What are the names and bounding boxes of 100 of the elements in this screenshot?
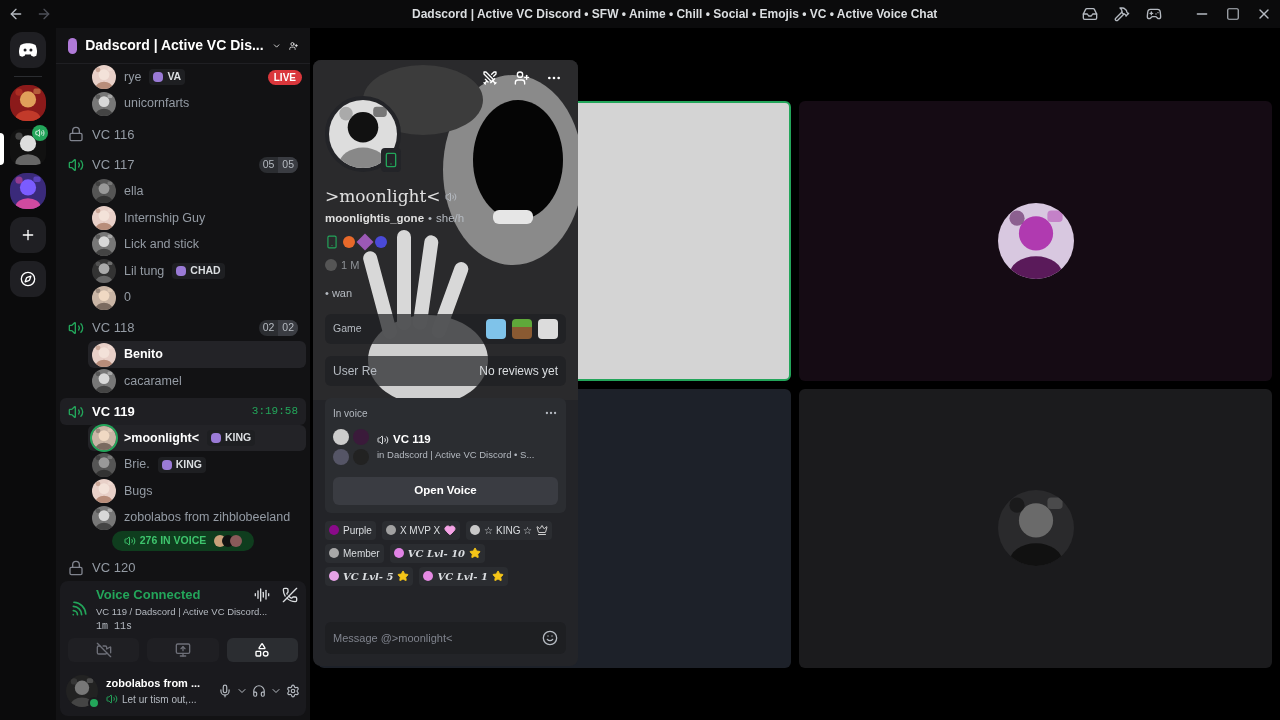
user-count: 02	[261, 320, 276, 336]
lock-icon	[68, 126, 84, 143]
jump-to-voice-pill[interactable]: 276 IN VOICE	[111, 531, 255, 551]
voice-channel[interactable]: VC 118 02 02	[60, 314, 306, 342]
member-name: Internship Guy	[124, 209, 206, 227]
call-timer: 3:19:58	[251, 404, 298, 420]
voice-member[interactable]: zobolabos from zihblobeeland	[88, 504, 306, 532]
voice-member[interactable]: Internship Guy	[88, 204, 306, 232]
camera-button[interactable]	[68, 638, 140, 662]
settings-button[interactable]	[286, 684, 300, 698]
member-name: >moonlight<	[124, 429, 199, 447]
voice-member[interactable]: unicornfarts	[88, 90, 306, 118]
disconnect-button[interactable]	[282, 587, 298, 603]
channel-name: VC 117	[92, 156, 135, 175]
member-name: cacaramel	[124, 372, 182, 390]
voice-member[interactable]: Brie. KING	[88, 451, 306, 478]
role-tag: KING	[207, 430, 256, 447]
in-voice-label: In voice	[333, 406, 368, 421]
role-tag: KING	[157, 456, 206, 473]
voice-member[interactable]: >moonlight< KING	[88, 424, 306, 452]
online-status-icon	[88, 697, 100, 709]
voice-channel[interactable]: VC 120	[60, 554, 306, 582]
role-chip[interactable]: VC Lvl- 5	[325, 566, 414, 586]
deafen-button[interactable]	[252, 684, 266, 698]
role-chip[interactable]: X MVP X	[381, 520, 461, 540]
camera-off-icon	[95, 642, 112, 658]
back-button[interactable]	[8, 6, 24, 22]
plus-icon	[20, 227, 36, 243]
video-tile[interactable]	[799, 388, 1272, 668]
speaker-icon	[377, 433, 389, 446]
mute-button[interactable]	[218, 684, 232, 698]
pill-label: 276 IN VOICE	[139, 533, 207, 549]
role-name: Purple	[343, 523, 372, 538]
speaker-icon	[123, 534, 136, 547]
channel-name: VC 116	[92, 125, 135, 144]
app-button[interactable]	[1146, 6, 1162, 22]
voice-channel[interactable]: VC 116	[60, 121, 306, 148]
role-tag: CHAD	[172, 263, 225, 279]
add-server-button[interactable]	[10, 217, 46, 253]
voice-member[interactable]: Lick and stick	[88, 231, 306, 258]
channel-name: VC 119	[92, 402, 135, 421]
compass-icon	[20, 271, 36, 287]
inbox-button[interactable]	[1082, 6, 1098, 22]
member-name: ella	[124, 183, 144, 200]
message-field[interactable]: Message @>moonlight<	[325, 622, 566, 654]
voice-server-name: in Dadscord | Active VC Discord • S...	[377, 448, 535, 463]
emoji-button[interactable]	[542, 630, 558, 646]
video-tile[interactable]	[799, 101, 1272, 381]
member-name: unicornfarts	[124, 95, 190, 113]
role-name: VC Lvl- 10	[407, 546, 466, 561]
chat-bubble-icon	[18, 42, 38, 58]
participants-drawing	[333, 428, 369, 465]
role-chip[interactable]: VC Lvl- 10	[389, 543, 486, 563]
voice-member[interactable]: rye VA LIVE	[88, 64, 306, 91]
discover-button[interactable]	[10, 261, 46, 297]
server-name[interactable]: Dadscord | Active VC Dis...	[85, 35, 264, 56]
voice-member[interactable]: Lil tung CHAD	[88, 257, 306, 285]
voice-status: Voice Connected	[96, 586, 201, 605]
role-chip[interactable]: Member	[325, 543, 384, 563]
elapsed-time: 1m 11s	[96, 620, 133, 634]
channel-name: VC 120	[92, 559, 136, 578]
voice-channel[interactable]: VC 119 3:19:58	[60, 398, 306, 425]
voice-channel[interactable]: VC 117 05 05	[60, 151, 306, 179]
speaker-icon	[68, 320, 84, 337]
speaker-icon	[68, 403, 84, 420]
heart-icon	[444, 524, 457, 537]
noise-suppression-button[interactable]	[254, 587, 270, 603]
lock-icon	[68, 560, 84, 577]
message-input[interactable]: Message @>moonlight<	[333, 629, 542, 647]
user-count: 05	[261, 157, 276, 172]
screen-button[interactable]	[147, 638, 219, 662]
member-name: 0	[124, 289, 131, 307]
voice-member[interactable]: 0	[88, 284, 306, 311]
live-badge: LIVE	[267, 69, 302, 85]
open-voice-button[interactable]: Open Voice	[333, 476, 558, 505]
role-name: VC Lvl- 5	[343, 569, 394, 584]
window-title: Dadscord | Active VC Discord • SFW • Anime • Chill • Social • Emojis • VC • Active Voice Chat	[412, 6, 938, 23]
crown-icon	[536, 524, 549, 537]
voice-channel-path[interactable]: VC 119 / Dadscord | Active VC Discord...	[96, 604, 268, 619]
role-name: ☆ KING ☆	[484, 523, 533, 538]
home-button[interactable]	[10, 32, 46, 68]
role-chip[interactable]: VC Lvl- 1	[419, 566, 508, 586]
role-chip[interactable]: Purple	[325, 520, 376, 540]
voice-member[interactable]: ella	[88, 178, 306, 205]
tools-button[interactable]	[1114, 6, 1130, 22]
voice-member[interactable]: Bugs	[88, 477, 306, 505]
role-chip[interactable]: ☆ KING ☆	[466, 520, 553, 540]
member-name: zobolabos from zihblobeeland	[124, 509, 291, 527]
screen-share-icon	[175, 642, 191, 658]
channel-name: VC 118	[92, 319, 135, 338]
member-name: Brie.	[124, 456, 150, 474]
maximize-button[interactable]	[1226, 7, 1240, 21]
activity-button[interactable]	[226, 638, 298, 662]
star-icon	[491, 570, 504, 583]
server-badge-icon	[68, 37, 78, 54]
member-name: Bugs	[124, 482, 153, 500]
voice-channel-name: VC 119	[393, 432, 431, 447]
voice-member[interactable]: Benito	[88, 341, 306, 368]
role-tag: VA	[149, 69, 186, 86]
voice-member[interactable]: cacaramel	[88, 367, 306, 395]
